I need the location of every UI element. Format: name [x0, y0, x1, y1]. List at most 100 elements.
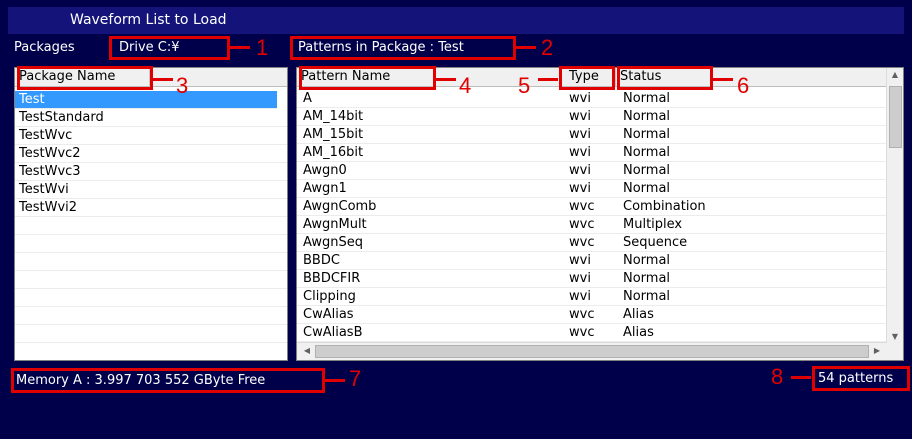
empty-list-row [15, 235, 287, 253]
pattern-row[interactable]: AM_14bit wvi Normal [297, 108, 887, 126]
pattern-name-cell: AM_15bit [303, 127, 364, 142]
pattern-status-cell: Multiplex [623, 217, 683, 232]
memory-free-text: Memory A : 3.997 703 552 GByte Free [16, 373, 266, 388]
callout-line-3 [153, 78, 173, 81]
pattern-name-cell: AwgnComb [303, 199, 377, 214]
empty-list-row [15, 253, 287, 271]
pattern-name-cell: A [303, 91, 312, 106]
pattern-row[interactable]: AM_15bit wvi Normal [297, 126, 887, 144]
horizontal-scroll-thumb[interactable] [315, 345, 869, 358]
pattern-name-cell: AwgnMult [303, 217, 367, 232]
pattern-row[interactable]: BBDCFIR wvi Normal [297, 270, 887, 288]
scroll-up-arrow-icon[interactable]: ▲ [887, 70, 903, 79]
window-title: Waveform List to Load [70, 12, 227, 28]
callout-number-1: 1 [256, 35, 269, 60]
pattern-type-cell: wvi [569, 127, 591, 142]
pattern-name-cell: AM_14bit [303, 109, 364, 124]
pattern-status-cell: Normal [623, 253, 671, 268]
callout-line-1 [230, 46, 250, 49]
empty-list-row [15, 343, 287, 360]
pattern-status-cell: Normal [623, 109, 671, 124]
package-list-item[interactable]: Test [15, 91, 277, 109]
callout-line-7 [325, 379, 345, 382]
pattern-row[interactable]: BBDC wvi Normal [297, 252, 887, 270]
pattern-status-cell: Alias [623, 325, 654, 340]
empty-list-row [15, 217, 287, 235]
pattern-type-cell: wvi [569, 271, 591, 286]
pattern-type-cell: wvi [569, 163, 591, 178]
package-list-item[interactable]: TestWvi [15, 181, 287, 199]
package-list-item[interactable]: TestWvi2 [15, 199, 287, 217]
pattern-type-cell: wvi [569, 253, 591, 268]
package-name: TestWvc3 [19, 164, 81, 179]
callout-number-8: 8 [771, 364, 784, 389]
pattern-row[interactable]: Awgn1 wvi Normal [297, 180, 887, 198]
pattern-status-cell: Normal [623, 163, 671, 178]
pattern-name-cell: BBDCFIR [303, 271, 361, 286]
patterns-in-package-label: Patterns in Package : Test [298, 40, 464, 55]
callout-number-5: 5 [518, 73, 531, 98]
pattern-status-cell: Normal [623, 127, 671, 142]
pattern-name-cell: CwAlias [303, 307, 354, 322]
pattern-name-cell: CwAliasB [303, 325, 363, 340]
pattern-row[interactable]: AwgnSeq wvc Sequence [297, 234, 887, 252]
pattern-row[interactable]: Awvi Normal [297, 90, 887, 108]
pattern-row[interactable]: Awgn0 wvi Normal [297, 162, 887, 180]
packages-label: Packages [14, 40, 75, 55]
pattern-type-cell: wvi [569, 289, 591, 304]
scroll-right-arrow-icon[interactable]: ▶ [869, 346, 885, 355]
pattern-status-cell: Normal [623, 271, 671, 286]
empty-list-row [15, 307, 287, 325]
pattern-row[interactable]: CwAlias wvc Alias [297, 306, 887, 324]
status-header-label: Status [620, 69, 662, 84]
callout-number-7: 7 [349, 366, 362, 391]
pattern-status-cell: Normal [623, 181, 671, 196]
pattern-row[interactable]: AwgnComb wvc Combination [297, 198, 887, 216]
pattern-status-cell: Normal [623, 145, 671, 160]
pattern-row[interactable]: AwgnMult wvc Multiplex [297, 216, 887, 234]
status-column-header[interactable]: Status [616, 68, 889, 87]
pattern-type-cell: wvc [569, 325, 595, 340]
scroll-left-arrow-icon[interactable]: ◀ [299, 346, 315, 355]
package-name-column-header[interactable]: Package Name [15, 68, 150, 87]
package-name: TestWvi2 [19, 200, 78, 215]
pattern-name-cell: Awgn0 [303, 163, 347, 178]
package-list-item[interactable]: TestWvc2 [15, 145, 287, 163]
pattern-horizontal-scrollbar[interactable]: ◀ ▶ [297, 342, 887, 360]
callout-line-8 [791, 376, 811, 379]
vertical-scroll-thumb[interactable] [889, 86, 902, 148]
package-name-header-label: Package Name [19, 69, 116, 84]
pattern-status-cell: Combination [623, 199, 706, 214]
callout-line-4 [436, 78, 456, 81]
scroll-down-arrow-icon[interactable]: ▼ [887, 332, 903, 341]
callout-line-2 [516, 46, 536, 49]
package-list[interactable]: Package Name Test TestStandard TestWvc Test… [14, 67, 288, 361]
pattern-name-cell: Awgn1 [303, 181, 347, 196]
pattern-type-cell: wvi [569, 145, 591, 160]
pattern-type-cell: wvc [569, 217, 595, 232]
package-list-item[interactable]: TestWvc3 [15, 163, 287, 181]
callout-number-3: 3 [176, 73, 189, 98]
package-list-item[interactable]: TestWvc [15, 127, 287, 145]
pattern-status-cell: Normal [623, 289, 671, 304]
callout-number-6: 6 [737, 73, 750, 98]
pattern-vertical-scrollbar[interactable]: ▲ ▼ [886, 68, 903, 343]
pattern-name-cell: AwgnSeq [303, 235, 363, 250]
type-column-header[interactable]: Type [560, 68, 616, 87]
pattern-table[interactable]: Pattern Name Type Status Awvi Normal AM_14… [296, 67, 904, 361]
callout-number-2: 2 [541, 35, 554, 60]
callout-line-6 [713, 78, 733, 81]
callout-line-5 [538, 78, 558, 81]
package-list-item[interactable]: TestStandard [15, 109, 287, 127]
pattern-name-cell: BBDC [303, 253, 340, 268]
pattern-row[interactable]: AM_16bit wvi Normal [297, 144, 887, 162]
pattern-status-cell: Normal [623, 91, 671, 106]
pattern-row[interactable]: CwAliasB wvc Alias [297, 324, 887, 342]
empty-list-row [15, 289, 287, 307]
pattern-count-text: 54 patterns [818, 371, 894, 386]
package-name: TestWvc2 [19, 146, 81, 161]
pattern-type-cell: wvc [569, 307, 595, 322]
pattern-row[interactable]: Clipping wvi Normal [297, 288, 887, 306]
scrollbar-corner [887, 343, 903, 360]
package-name: TestWvi [19, 182, 69, 197]
